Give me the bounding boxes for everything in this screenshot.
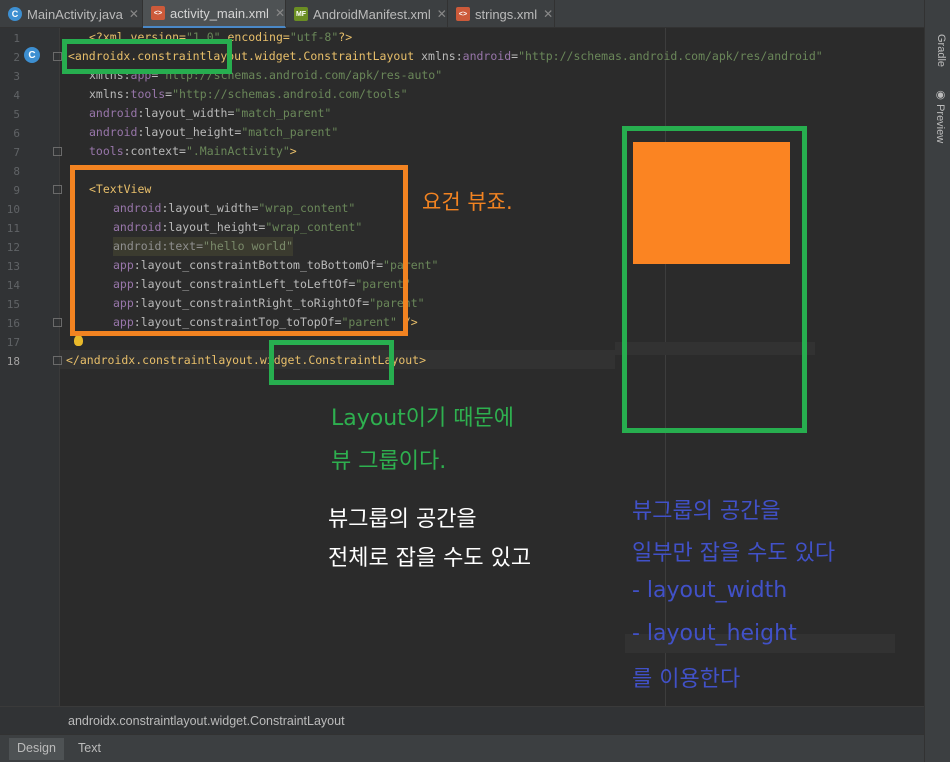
breadcrumb-bar: androidx.constraintlayout.widget.Constra… xyxy=(0,706,924,734)
line-number: 2 xyxy=(13,51,20,64)
manifest-icon: MF xyxy=(294,7,308,21)
full-space-annotation-line2: 전체로 잡을 수도 있고 xyxy=(328,546,532,571)
tab-label: MainActivity.java xyxy=(27,6,123,22)
preview-tool-button[interactable]: ◉ Preview xyxy=(929,88,947,143)
values-xml-icon: <> xyxy=(456,7,470,21)
line-number: 4 xyxy=(13,89,20,102)
line-number: 15 xyxy=(6,298,20,311)
layout-annotation-line1: Layout이기 때문에 xyxy=(331,406,514,431)
line-number: 1 xyxy=(13,32,20,45)
line-number: 8 xyxy=(13,165,20,178)
line-number: 5 xyxy=(13,108,20,121)
tab-activity-main-xml[interactable]: <> activity_main.xml ✕ xyxy=(143,0,286,28)
tab-design[interactable]: Design xyxy=(9,738,64,760)
code-line-6: android:layout_height="match_parent" xyxy=(89,125,339,139)
layout-annotation-line2: 뷰 그룹이다. xyxy=(331,449,447,474)
line-number: 11 xyxy=(6,222,20,235)
line-number: 17 xyxy=(6,336,20,349)
code-line-4: xmlns:tools="http://schemas.android.com/… xyxy=(89,87,408,101)
tab-mainactivity-java[interactable]: C MainActivity.java ✕ xyxy=(0,0,143,28)
view-annotation: 요건 뷰죠. xyxy=(422,190,513,214)
class-gutter-icon[interactable]: C xyxy=(24,47,40,63)
eye-icon: ◉ xyxy=(934,88,946,105)
tab-label: strings.xml xyxy=(475,6,538,22)
close-icon[interactable]: ✕ xyxy=(129,7,139,21)
preview-label: Preview xyxy=(934,104,946,144)
view-diagram-block xyxy=(633,142,790,264)
gradle-label: Gradle xyxy=(935,34,947,68)
fold-marker-icon[interactable] xyxy=(53,52,62,61)
tab-label: AndroidManifest.xml xyxy=(313,6,431,22)
partial-space-annotation-line3: - layout_width xyxy=(632,578,788,603)
code-line-5: android:layout_width="match_parent" xyxy=(89,106,332,120)
lightbulb-icon[interactable] xyxy=(74,335,83,346)
close-icon[interactable]: ✕ xyxy=(437,7,447,21)
partial-space-annotation-line2: 일부만 잡을 수도 있다 xyxy=(632,541,836,566)
partial-space-annotation-line1: 뷰그룹의 공간을 xyxy=(632,499,781,524)
line-number: 18 xyxy=(6,355,20,368)
tab-androidmanifest-xml[interactable]: MF AndroidManifest.xml ✕ xyxy=(286,0,448,28)
editor-tab-bar: C MainActivity.java ✕ <> activity_main.x… xyxy=(0,0,924,28)
breadcrumb[interactable]: androidx.constraintlayout.widget.Constra… xyxy=(68,714,345,728)
full-space-annotation-line1: 뷰그룹의 공간을 xyxy=(328,507,477,532)
fold-marker-icon[interactable] xyxy=(53,356,62,365)
partial-space-annotation-line4: - layout_height xyxy=(632,621,797,646)
code-line-7: tools:context=".MainActivity"> xyxy=(89,144,297,158)
layout-xml-icon: <> xyxy=(151,6,165,20)
bottom-editor-tabs: Design Text xyxy=(0,734,924,762)
line-number: 6 xyxy=(13,127,20,140)
tab-strings-xml[interactable]: <> strings.xml ✕ xyxy=(448,0,555,28)
line-number: 12 xyxy=(6,241,20,254)
java-class-icon: C xyxy=(8,7,22,21)
line-number: 9 xyxy=(13,184,20,197)
fold-marker-icon[interactable] xyxy=(53,147,62,156)
close-icon[interactable]: ✕ xyxy=(543,7,553,21)
line-number: 3 xyxy=(13,70,20,83)
close-icon[interactable]: ✕ xyxy=(275,6,285,20)
orange-highlight-textview xyxy=(70,165,408,336)
tab-text[interactable]: Text xyxy=(70,738,109,760)
line-number: 16 xyxy=(6,317,20,330)
green-highlight-open-tag xyxy=(62,39,232,74)
tab-label: activity_main.xml xyxy=(169,5,269,21)
gradle-tool-button[interactable]: Gradle xyxy=(929,34,947,67)
line-number: 10 xyxy=(6,203,20,216)
fold-marker-icon[interactable] xyxy=(53,318,62,327)
fold-marker-icon[interactable] xyxy=(53,185,62,194)
right-tool-strip: Gradle ◉ Preview xyxy=(924,0,950,762)
partial-space-annotation-line5: 를 이용한다 xyxy=(632,667,741,692)
line-number: 7 xyxy=(13,146,20,159)
green-highlight-close-tag xyxy=(269,340,394,385)
line-number: 14 xyxy=(6,279,20,292)
line-number: 13 xyxy=(6,260,20,273)
